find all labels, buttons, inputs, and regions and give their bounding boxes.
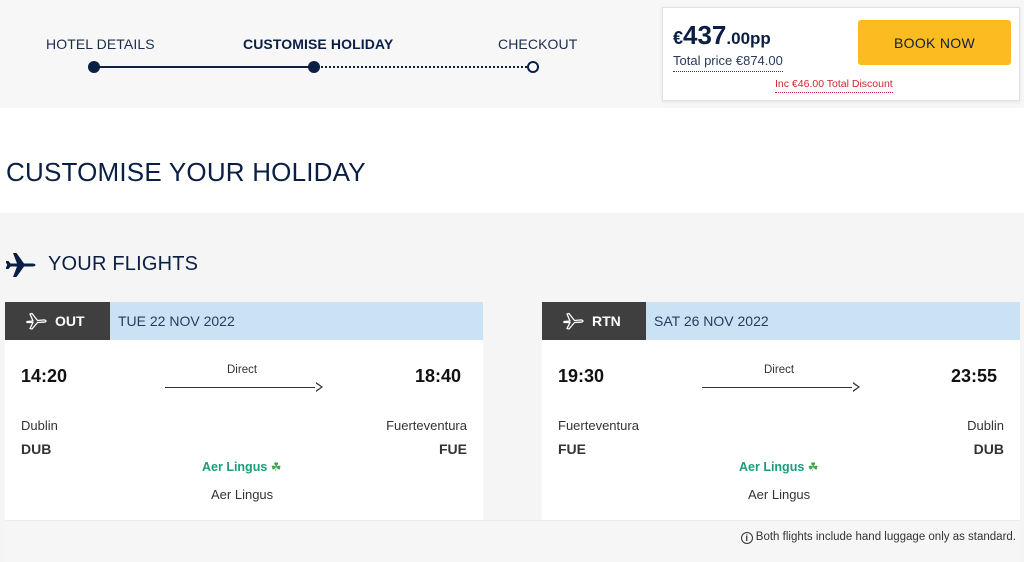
outbound-direction-label: OUT: [55, 313, 85, 329]
outbound-depart-time: 14:20: [21, 366, 68, 386]
luggage-note: i Both flights include hand luggage only …: [740, 531, 1016, 544]
outbound-header: OUT TUE 22 NOV 2022: [5, 302, 483, 340]
luggage-note-text: Both flights include hand luggage only a…: [755, 531, 1016, 543]
outbound-to-city: Fuerteventura: [386, 418, 467, 433]
return-to-city: Dublin: [967, 418, 1004, 433]
price-fraction: .00pp: [726, 29, 771, 48]
airplane-icon: [6, 253, 36, 277]
outbound-airline-logo: Aer Lingus ☘: [202, 460, 282, 474]
step-hotel-details[interactable]: HOTEL DETAILS: [46, 36, 155, 52]
progress-line-pending: [314, 66, 534, 68]
outbound-arrive-time: 18:40: [415, 366, 462, 386]
outbound-date-bar: TUE 22 NOV 2022: [110, 302, 483, 340]
outbound-arrow-icon: [315, 382, 323, 392]
return-from-code: FUE: [558, 441, 586, 457]
outbound-stops: Direct: [227, 364, 258, 376]
price-whole: 437: [683, 20, 727, 50]
outbound-badge: OUT: [5, 302, 110, 340]
return-to-code: DUB: [973, 441, 1004, 457]
return-direction-label: RTN: [592, 313, 621, 329]
step-dot-customise-holiday: [308, 61, 320, 73]
shamrock-icon: ☘: [807, 460, 819, 474]
price-currency: €: [673, 28, 684, 48]
outbound-from-city: Dublin: [21, 418, 58, 433]
return-stops: Direct: [764, 364, 795, 376]
price-per-person: €437.00pp: [673, 20, 771, 51]
plane-landing-icon: [563, 312, 584, 330]
total-price-link[interactable]: Total price €874.00: [673, 53, 783, 72]
return-date: SAT 26 NOV 2022: [654, 313, 769, 329]
shamrock-icon: ☘: [270, 460, 282, 474]
progress-line-complete: [94, 66, 314, 68]
outbound-to-code: FUE: [439, 441, 467, 457]
return-header: RTN SAT 26 NOV 2022: [542, 302, 1020, 340]
page-title: CUSTOMISE YOUR HOLIDAY: [6, 157, 366, 187]
return-badge: RTN: [542, 302, 646, 340]
airline-logo-text: Aer Lingus: [739, 460, 805, 474]
info-icon: i: [740, 532, 753, 544]
return-arrive-time: 23:55: [951, 366, 998, 386]
flights-section: YOUR FLIGHTS OUT TUE 22 NOV 2022 14:20 D…: [0, 213, 1024, 562]
return-airline-name: Aer Lingus: [748, 487, 811, 502]
return-from-city: Fuerteventura: [558, 418, 639, 433]
outbound-from-code: DUB: [21, 441, 52, 457]
step-checkout: CHECKOUT: [498, 36, 578, 52]
return-arrow-icon: [852, 382, 860, 392]
step-dot-checkout: [527, 61, 539, 73]
luggage-info-strip: i Both flights include hand luggage only …: [5, 520, 1020, 562]
plane-takeoff-icon: [26, 312, 47, 330]
step-dot-hotel-details: [88, 61, 100, 73]
outbound-airline-name: Aer Lingus: [211, 487, 274, 502]
step-customise-holiday: CUSTOMISE HOLIDAY: [243, 36, 394, 52]
return-route-line: [702, 387, 858, 388]
price-summary-card: €437.00pp Total price €874.00 Inc €46.00…: [662, 7, 1020, 101]
outbound-date: TUE 22 NOV 2022: [118, 313, 235, 329]
airline-logo-text: Aer Lingus: [202, 460, 268, 474]
checkout-header: HOTEL DETAILS CUSTOMISE HOLIDAY CHECKOUT…: [0, 0, 1024, 108]
outbound-route-line: [165, 387, 321, 388]
return-date-bar: SAT 26 NOV 2022: [646, 302, 1020, 340]
discount-link[interactable]: Inc €46.00 Total Discount: [775, 78, 893, 93]
book-now-button[interactable]: BOOK NOW: [858, 20, 1011, 65]
return-depart-time: 19:30: [558, 366, 605, 386]
return-airline-logo: Aer Lingus ☘: [739, 460, 819, 474]
your-flights-heading: YOUR FLIGHTS: [48, 253, 199, 275]
